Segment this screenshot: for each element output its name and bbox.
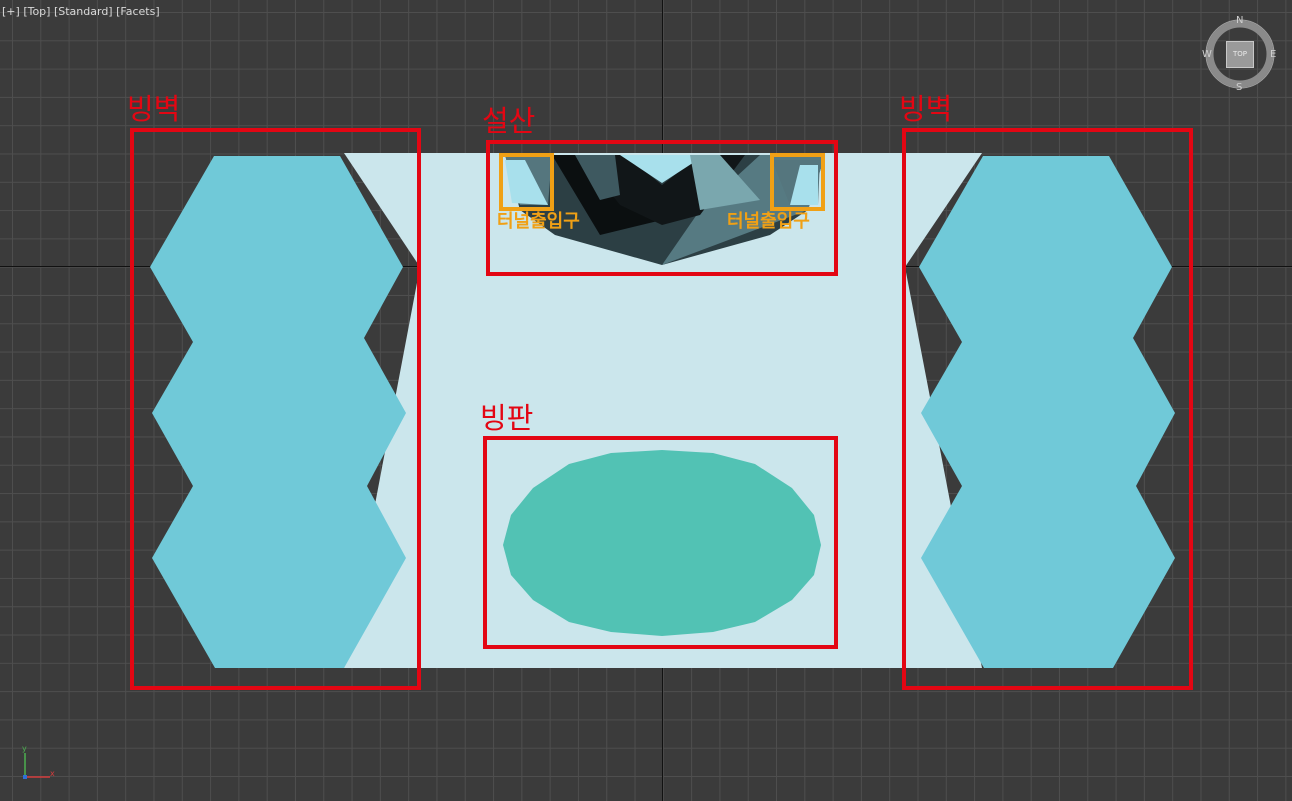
viewport-shading-standard-menu[interactable]: [Standard] <box>54 5 113 18</box>
viewport-label-menu[interactable]: [+] [Top] [Standard] [Facets] <box>2 5 160 18</box>
viewcube-top-face[interactable]: TOP <box>1226 41 1254 68</box>
tripod-x-label: x <box>50 769 55 778</box>
viewport-display-facets-menu[interactable]: [Facets] <box>116 5 160 18</box>
right-wall-highlight-box <box>902 128 1193 690</box>
viewcube-navigator[interactable]: TOP N S E W <box>1200 12 1284 96</box>
compass-north-label[interactable]: N <box>1236 16 1243 26</box>
viewport-point-of-view-menu[interactable]: [Top] <box>23 5 50 18</box>
tripod-y-label: y <box>22 744 27 753</box>
compass-south-label[interactable]: S <box>1236 83 1242 93</box>
ice-plate-highlight-box <box>483 436 838 649</box>
compass-east-label[interactable]: E <box>1270 50 1276 60</box>
tunnel-entrance-right-box <box>770 153 825 211</box>
tunnel-entrance-left-label: 터널출입구 <box>497 211 580 232</box>
ice-plate-label: 빙판 <box>480 401 534 435</box>
top-viewport[interactable]: [+] [Top] [Standard] [Facets] 빙벽 빙벽 설산 빙… <box>0 0 1292 801</box>
tunnel-entrance-left-box <box>499 153 554 211</box>
left-wall-label: 빙벽 <box>127 92 181 126</box>
snow-mountain-label: 설산 <box>482 104 536 138</box>
axis-tripod: y x <box>16 745 60 785</box>
right-wall-label: 빙벽 <box>899 92 953 126</box>
compass-west-label[interactable]: W <box>1202 50 1212 60</box>
viewport-plus-menu[interactable]: [+] <box>2 5 20 18</box>
tunnel-entrance-right-label: 터널출입구 <box>727 211 810 232</box>
left-wall-highlight-box <box>130 128 421 690</box>
